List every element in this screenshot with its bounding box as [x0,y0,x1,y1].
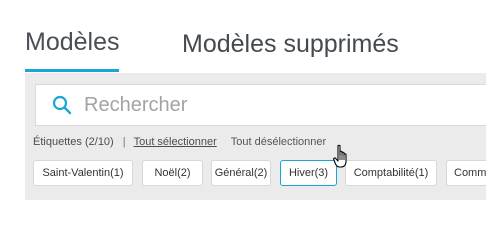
hand-pointer-icon [333,144,351,170]
tab-bar: Modèles Modèles supprimés [0,0,486,74]
tab-modeles[interactable]: Modèles [25,28,120,57]
chip-comptabilite[interactable]: Comptabilité(1) [345,160,437,186]
search-input[interactable] [84,91,474,119]
chip-saint-valentin[interactable]: Saint-Valentin(1) [33,160,133,186]
chip-comm[interactable]: Comm [446,160,486,186]
select-all-link[interactable]: Tout sélectionner [134,136,217,148]
labels-toolbar: Étiquettes (2/10) | Tout sélectionner Tout … [33,136,326,148]
chip-general[interactable]: Général(2) [211,160,271,186]
labels-separator: | [122,136,126,148]
labels-count: Étiquettes (2/10) [33,136,114,148]
chip-hiver[interactable]: Hiver(3) [280,160,337,186]
chip-noel[interactable]: Noël(2) [142,160,203,186]
tab-modeles-supprimes[interactable]: Modèles supprimés [182,30,399,59]
deselect-all-link[interactable]: Tout désélectionner [231,136,326,148]
active-tab-indicator [25,69,119,72]
search-icon[interactable] [52,95,72,115]
search-box[interactable] [35,84,486,126]
